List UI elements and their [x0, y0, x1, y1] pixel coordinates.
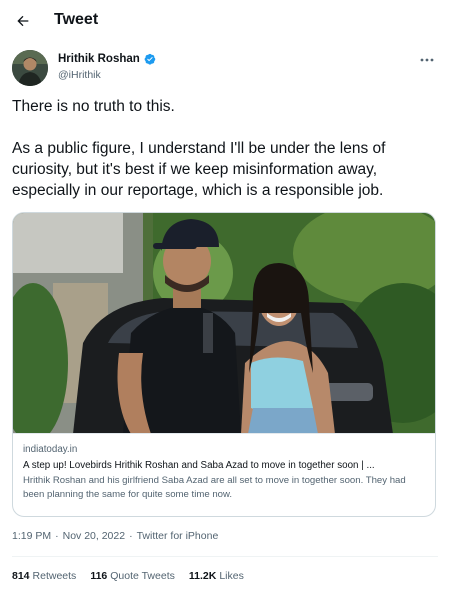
author-name[interactable]: Hrithik Roshan — [58, 53, 140, 65]
meta-separator: · — [129, 530, 133, 542]
card-title[interactable]: A step up! Lovebirds Hrithik Roshan and … — [23, 459, 429, 473]
more-options-icon[interactable] — [416, 52, 438, 68]
tweet-author: Hrithik Roshan @iHrithik — [12, 50, 438, 86]
author-name-row: Hrithik Roshan — [58, 53, 156, 65]
back-arrow-icon[interactable] — [8, 6, 38, 36]
quote-tweets-stat[interactable]: 116 Quote Tweets — [90, 570, 175, 582]
card-image — [13, 213, 435, 434]
author-handle[interactable]: @iHrithik — [58, 69, 101, 81]
engagement-stats: 814 Retweets 116 Quote Tweets 11.2K Like… — [12, 570, 244, 582]
quote-tweets-count: 116 — [90, 570, 108, 582]
link-preview-card[interactable]: indiatoday.in A step up! Lovebirds Hrith… — [12, 212, 436, 517]
retweets-label: Retweets — [32, 570, 77, 582]
retweets-count: 814 — [12, 570, 30, 582]
likes-count: 11.2K — [188, 570, 217, 582]
tweet-time[interactable]: 1:19 PM — [12, 530, 51, 542]
tweet-source[interactable]: Twitter for iPhone — [137, 530, 219, 542]
likes-label: Likes — [219, 570, 244, 582]
tweet-metadata: 1:19 PM · Nov 20, 2022 · Twitter for iPh… — [12, 530, 218, 542]
likes-stat[interactable]: 11.2K Likes — [189, 570, 244, 582]
quote-tweets-label: Quote Tweets — [110, 570, 175, 582]
retweets-stat[interactable]: 814 Retweets — [12, 570, 76, 582]
avatar[interactable] — [12, 50, 48, 86]
divider — [12, 556, 438, 557]
card-body: indiatoday.in A step up! Lovebirds Hrith… — [23, 443, 429, 502]
card-domain: indiatoday.in — [23, 444, 78, 455]
verified-badge-icon — [144, 53, 156, 65]
tweet-date[interactable]: Nov 20, 2022 — [63, 530, 125, 542]
meta-separator: · — [55, 530, 59, 542]
card-description: Hrithik Roshan and his girlfriend Saba A… — [23, 475, 406, 500]
top-bar: Tweet — [0, 0, 450, 42]
page-title: Tweet — [54, 11, 99, 28]
tweet-text: There is no truth to this. As a public f… — [12, 98, 386, 199]
